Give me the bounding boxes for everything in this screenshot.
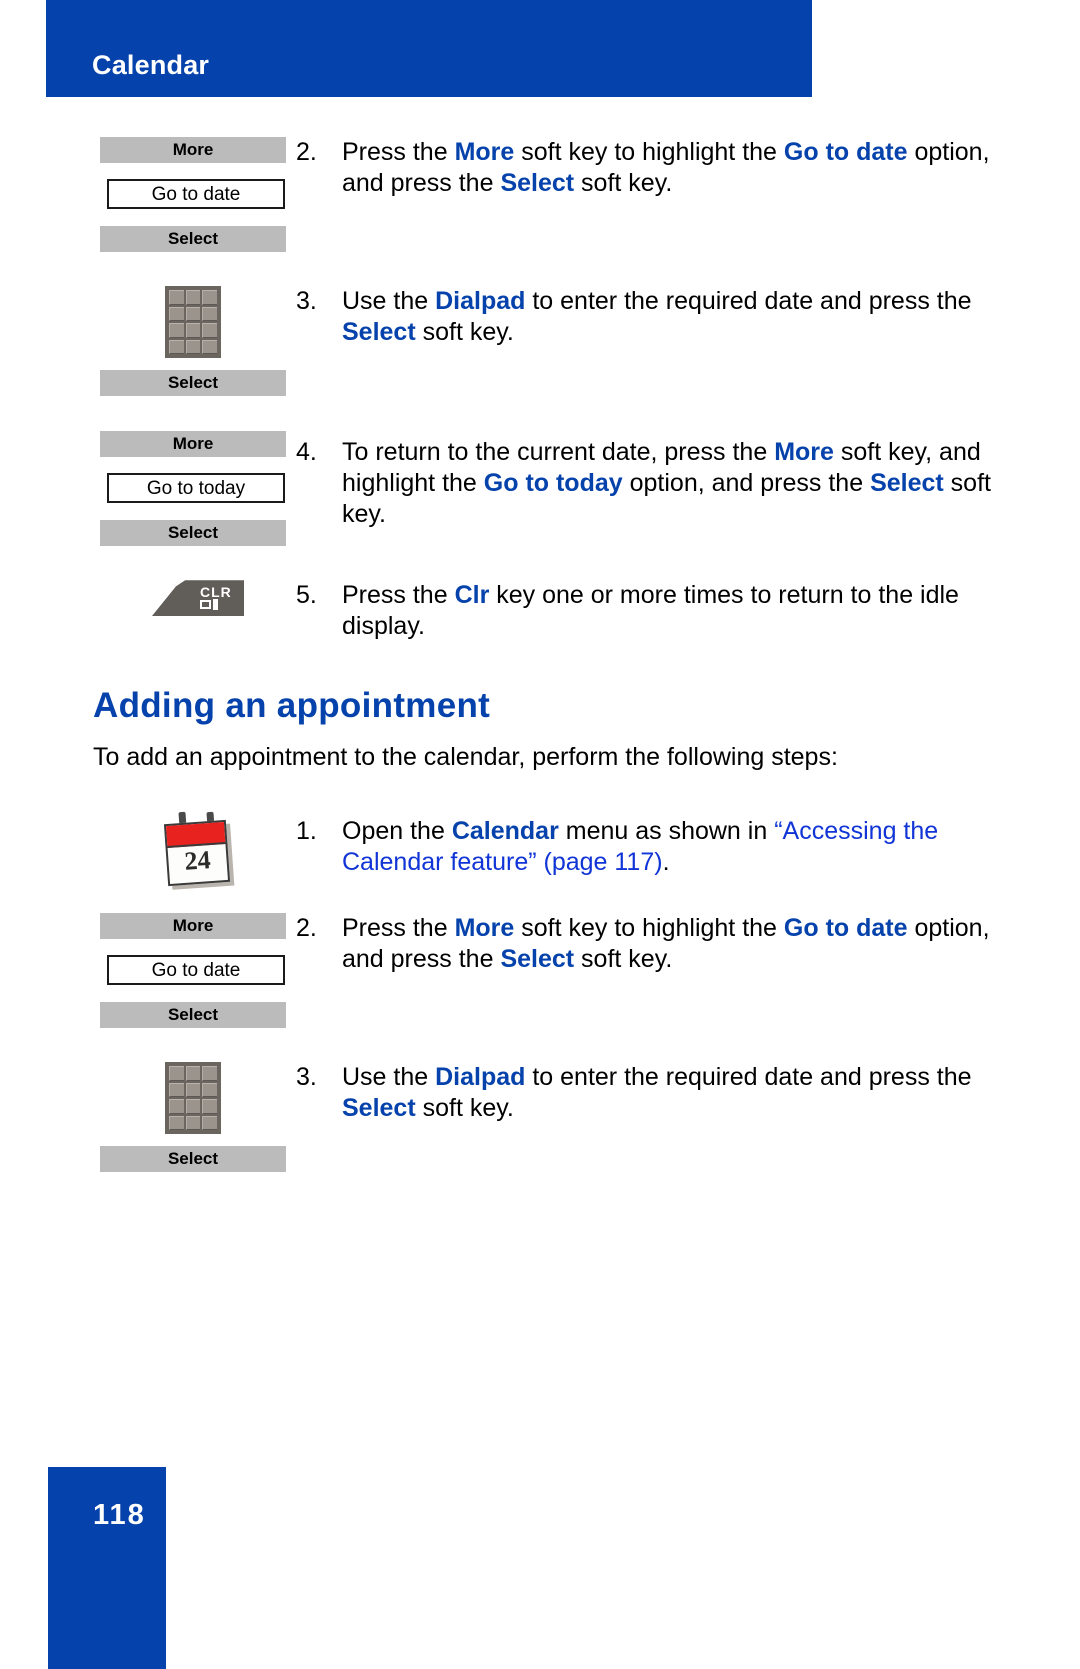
step-number: 3. [296,1063,317,1091]
dialpad-key [169,1066,184,1081]
softkey-select[interactable]: Select [100,1002,286,1028]
dialpad-key [185,339,201,354]
step-number: 4. [296,438,317,466]
dialpad-key [185,323,201,338]
step-number: 2. [296,138,317,166]
dialpad-key [169,1082,184,1097]
option-go-to-today[interactable]: Go to today [107,473,285,503]
dialpad-key [202,290,217,305]
dialpad-key [169,1115,184,1130]
dialpad-key [169,323,184,338]
step-number: 1. [296,817,317,845]
dialpad-key [202,1115,217,1130]
section-heading: Adding an appointment [93,686,491,725]
option-go-to-date[interactable]: Go to date [107,955,285,985]
step-body-top-2: 2. Press the More soft key to highlight … [296,137,1080,199]
calendar-icon: 24 [160,811,238,890]
softkey-select[interactable]: Select [100,1146,286,1172]
step-row-bottom-1: 24 1. Open the Calendar menu as shown in… [0,811,1080,890]
section-intro-text: To add an appointment to the calendar, p… [93,743,838,771]
step-text: Use the Dialpad to enter the required da… [342,287,972,346]
dialpad-key [169,339,184,354]
calendar-day-number: 24 [183,845,212,876]
option-go-to-date[interactable]: Go to date [107,179,285,209]
step-body-bottom-3: 3. Use the Dialpad to enter the required… [296,1062,1080,1124]
dialpad-key [185,290,201,305]
dialpad-icon [165,286,221,358]
softkey-more[interactable]: More [100,431,286,457]
dialpad-key [169,1099,184,1114]
step-row-top-3: Select 3. Use the Dialpad to enter the r… [0,286,1080,396]
step-number: 5. [296,581,317,609]
step-body-bottom-1: 1. Open the Calendar menu as shown in “A… [296,812,1080,878]
dialpad-key [169,306,184,321]
step-row-top-4: More Go to today Select 4. To return to … [0,431,1080,546]
step-gutter-bottom-3: Select [0,1062,296,1172]
clr-key-label: CLR [200,584,232,600]
softkey-select[interactable]: Select [100,226,286,252]
step-gutter-top-4: More Go to today Select [0,431,296,546]
softkey-more[interactable]: More [100,137,286,163]
step-number: 3. [296,287,317,315]
step-body-top-5: 5. Press the Clr key one or more times t… [296,578,1080,642]
step-number: 2. [296,914,317,942]
step-gutter-top-3: Select [0,286,296,396]
softkey-select[interactable]: Select [100,520,286,546]
dialpad-key [202,339,217,354]
page-title: Calendar [92,50,210,80]
dialpad-icon [165,1062,221,1134]
step-row-bottom-3: Select 3. Use the Dialpad to enter the r… [0,1062,1080,1172]
clr-key-glyph [200,599,218,610]
dialpad-key [185,1066,201,1081]
step-row-top-5: CLR 5. Press the Clr key one or more tim… [0,578,1080,642]
dialpad-key [202,323,217,338]
step-text: Press the More soft key to highlight the… [342,138,990,197]
step-row-bottom-2: More Go to date Select 2. Press the More… [0,913,1080,1028]
step-body-bottom-2: 2. Press the More soft key to highlight … [296,913,1080,975]
page-number: 118 [93,1499,146,1531]
dialpad-key [185,1099,201,1114]
dialpad-key [202,1066,217,1081]
step-gutter-top-2: More Go to date Select [0,137,296,252]
softkey-select[interactable]: Select [100,370,286,396]
step-gutter-top-5: CLR [0,578,296,616]
step-text: Press the Clr key one or more times to r… [342,581,959,640]
clr-glyph-box [200,600,211,609]
softkey-more[interactable]: More [100,913,286,939]
step-text: Open the Calendar menu as shown in “Acce… [342,817,939,876]
page-header-bar: Calendar [46,0,812,97]
step-body-top-3: 3. Use the Dialpad to enter the required… [296,286,1080,348]
page-number-block: 118 [48,1467,166,1669]
clr-glyph-bar [213,599,218,610]
step-gutter-bottom-1: 24 [0,811,296,890]
dialpad-key [169,290,184,305]
step-text: To return to the current date, press the… [342,438,991,528]
clr-key-icon: CLR [152,578,244,616]
step-row-top-2: More Go to date Select 2. Press the More… [0,137,1080,252]
step-text: Use the Dialpad to enter the required da… [342,1063,972,1122]
step-text: Press the More soft key to highlight the… [342,914,990,973]
step-body-top-4: 4. To return to the current date, press … [296,431,1080,530]
dialpad-key [185,306,201,321]
dialpad-key [202,306,217,321]
step-gutter-bottom-2: More Go to date Select [0,913,296,1028]
dialpad-key [202,1082,217,1097]
calendar-body: 24 [163,819,231,887]
dialpad-key [202,1099,217,1114]
dialpad-key [185,1115,201,1130]
dialpad-key [185,1082,201,1097]
